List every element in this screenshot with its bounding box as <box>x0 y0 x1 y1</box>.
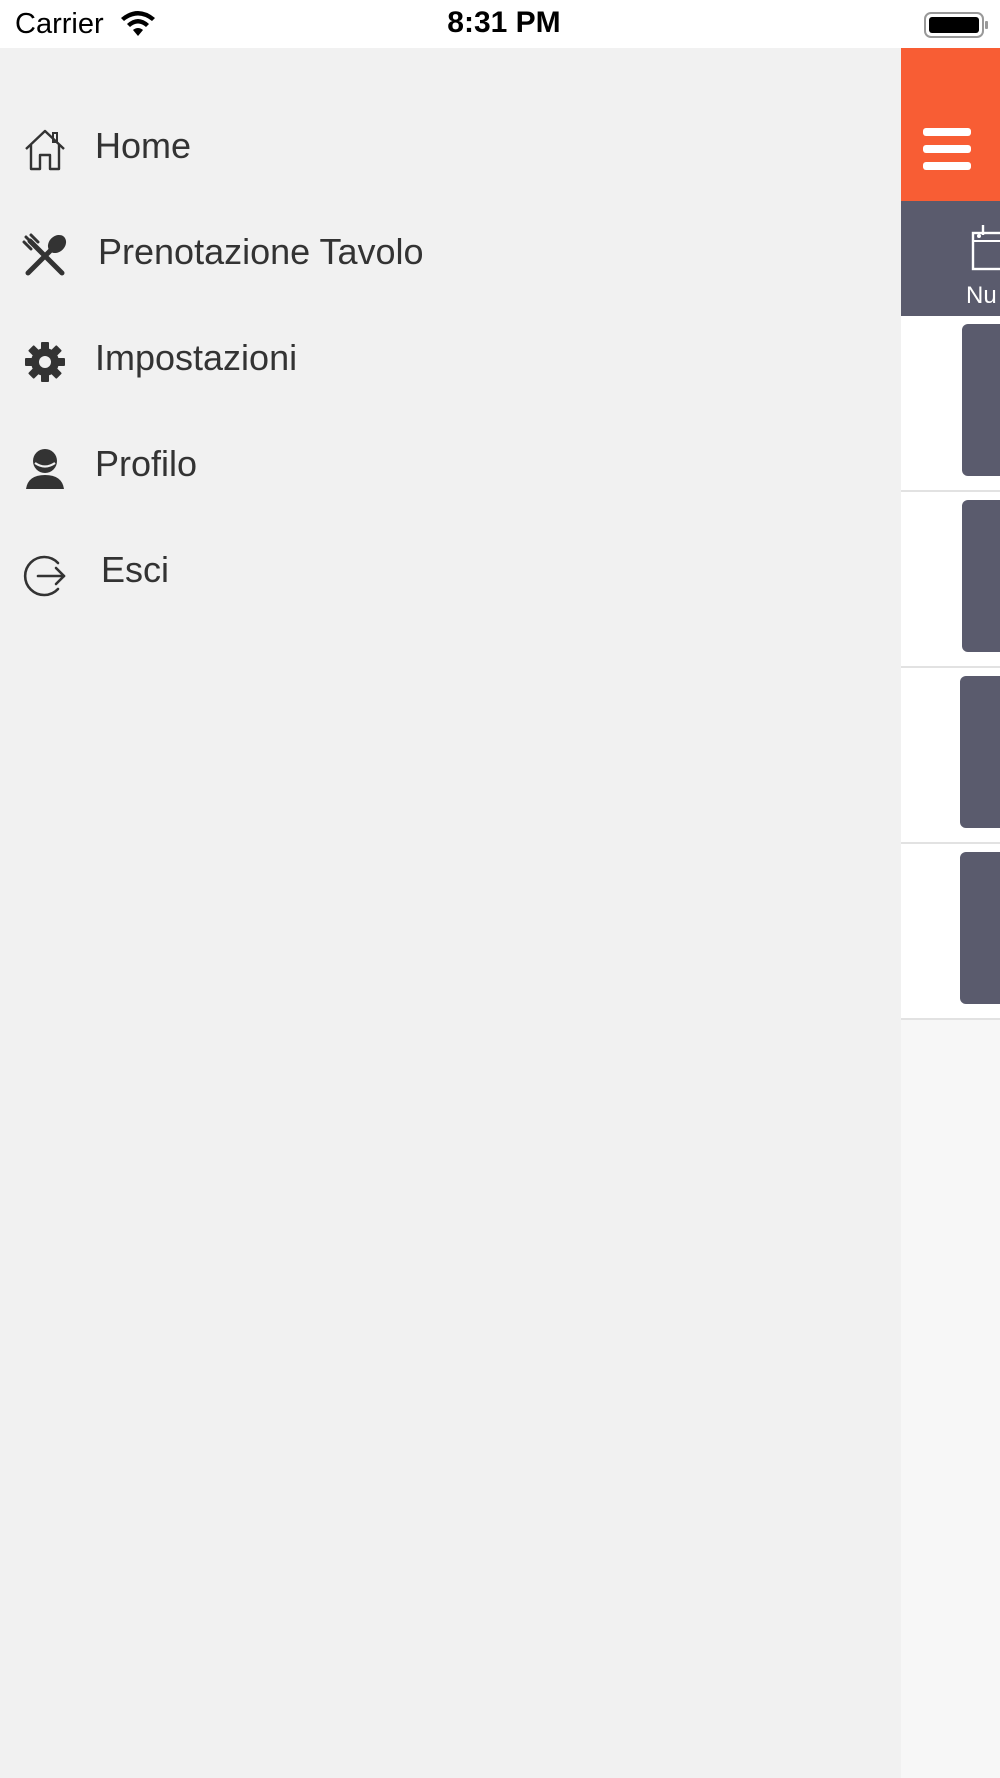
list-item-card <box>960 852 1000 1004</box>
home-icon <box>25 129 65 171</box>
clock: 8:31 PM <box>447 6 561 39</box>
drawer-item-table-booking[interactable]: Prenotazione Tavolo <box>0 201 901 301</box>
user-icon <box>26 449 64 489</box>
list-item[interactable] <box>901 492 1000 668</box>
app-header <box>901 48 1000 201</box>
fork-spoon-icon <box>22 233 67 276</box>
new-button-label[interactable]: Nu <box>966 282 997 310</box>
main-content-peek: Nu <box>901 48 1000 1778</box>
side-drawer: Home Prenotazione Tavolo Impostazioni Pr… <box>0 48 901 1778</box>
drawer-item-label: Home <box>95 125 192 166</box>
list-item-card <box>962 324 1000 476</box>
list-item[interactable] <box>901 844 1000 1020</box>
list-item[interactable] <box>901 316 1000 492</box>
gear-icon <box>25 342 65 382</box>
drawer-item-profile[interactable]: Profilo <box>0 413 901 513</box>
status-bar: Carrier 8:31 PM <box>0 0 1000 48</box>
list-item-card <box>962 500 1000 652</box>
drawer-item-settings[interactable]: Impostazioni <box>0 307 901 407</box>
list-item-card <box>960 676 1000 828</box>
hamburger-icon[interactable] <box>923 128 971 170</box>
drawer-item-logout[interactable]: Esci <box>0 519 901 619</box>
drawer-item-label: Profilo <box>95 443 198 484</box>
drawer-item-label: Esci <box>101 549 170 590</box>
logout-icon <box>23 555 66 597</box>
calendar-icon[interactable] <box>971 221 1000 271</box>
drawer-item-label: Impostazioni <box>95 337 298 378</box>
drawer-item-label: Prenotazione Tavolo <box>98 231 424 272</box>
list-item[interactable] <box>901 668 1000 844</box>
battery-icon <box>924 12 988 38</box>
drawer-item-home[interactable]: Home <box>0 95 901 195</box>
